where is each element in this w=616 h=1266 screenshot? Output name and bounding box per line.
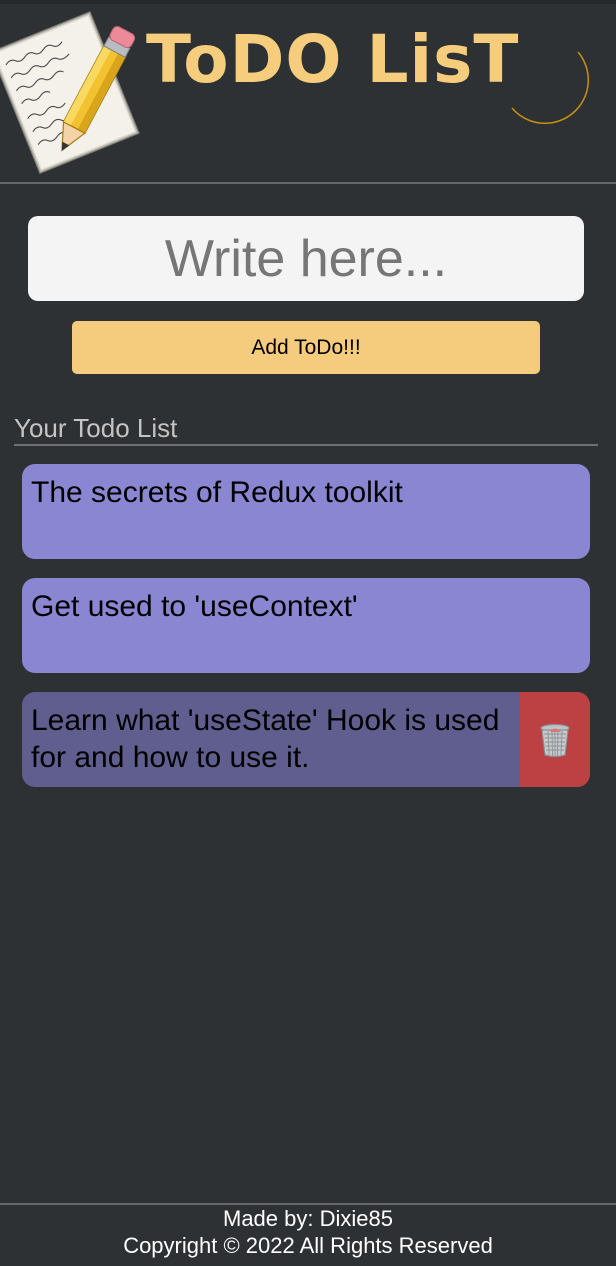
- add-todo-button[interactable]: Add ToDo!!!: [72, 321, 540, 374]
- list-heading: Your Todo List: [14, 413, 178, 443]
- crescent-moon-icon[interactable]: [508, 46, 596, 134]
- todo-item[interactable]: Learn what 'useState' Hook is used for a…: [22, 692, 590, 787]
- app-page: ToDO LisT Add ToDo!!! Your Todo List The…: [0, 0, 616, 1266]
- todo-text: Learn what 'useState' Hook is used for a…: [31, 704, 500, 774]
- todo-item[interactable]: The secrets of Redux toolkit: [22, 464, 590, 559]
- notepad-pencil-icon: [0, 11, 140, 174]
- copyright-text: Copyright © 2022 All Rights Reserved: [123, 1233, 493, 1258]
- todo-list: The secrets of Redux toolkit Get used to…: [22, 464, 590, 806]
- header-divider: [0, 182, 616, 184]
- todo-text: The secrets of Redux toolkit: [31, 476, 403, 509]
- app-title: ToDO LisT: [146, 21, 520, 98]
- trash-can-icon: [540, 723, 570, 757]
- made-by-text: Made by: Dixie85: [223, 1206, 393, 1231]
- app-footer: Made by: Dixie85 Copyright © 2022 All Ri…: [0, 1205, 616, 1259]
- todo-item[interactable]: Get used to 'useContext': [22, 578, 590, 673]
- todo-text: Get used to 'useContext': [31, 590, 358, 623]
- app-header: ToDO LisT: [0, 0, 616, 184]
- todo-input[interactable]: [28, 216, 584, 301]
- delete-button[interactable]: [520, 692, 590, 787]
- list-divider: [14, 444, 598, 446]
